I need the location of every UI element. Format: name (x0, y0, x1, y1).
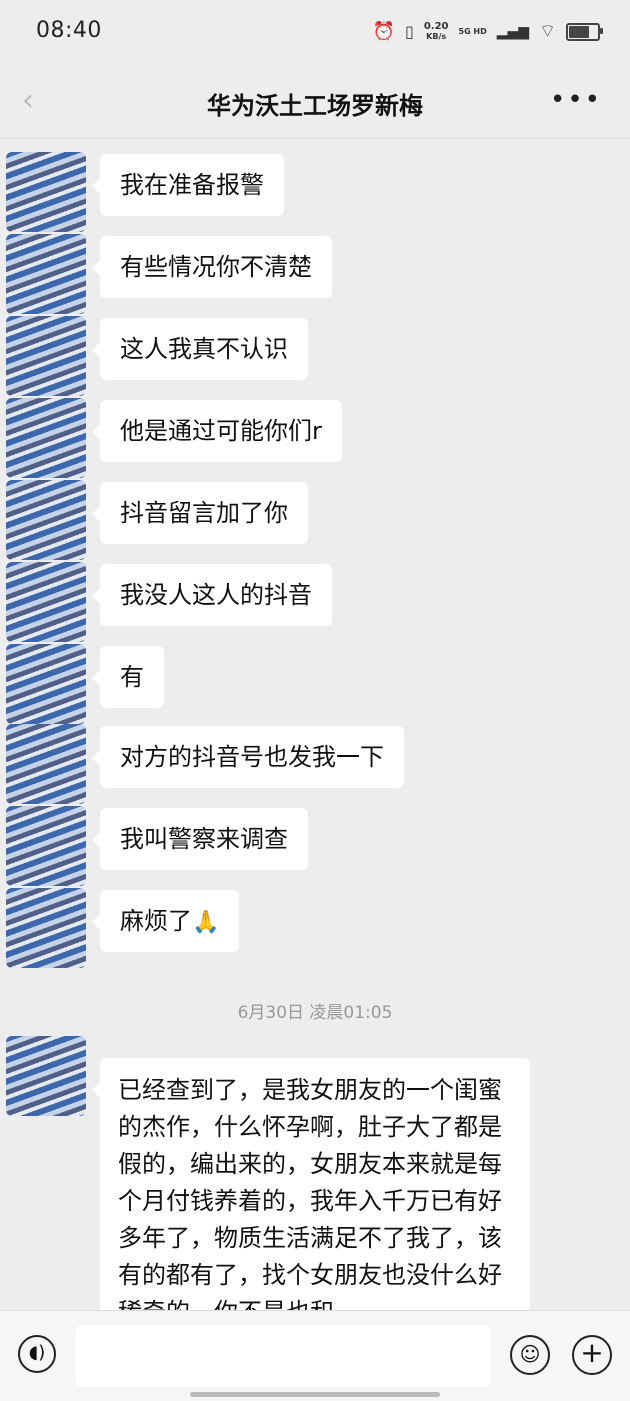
message-bubble[interactable]: 有些情况你不清楚 (92, 236, 332, 298)
message-bubble[interactable]: 我在准备报警 (92, 154, 284, 216)
message-bubble[interactable]: 他是通过可能你们r (92, 400, 342, 462)
avatar[interactable] (6, 1036, 86, 1116)
message-bubble[interactable]: 已经查到了，是我女朋友的一个闺蜜的杰作，什么怀孕啊，肚子大了都是假的，编出来的，… (92, 1058, 530, 1326)
status-icons: ⏰ ▯ 0.20 KB/s 5G HD ▂▄▆ ⌔ (372, 20, 603, 43)
battery-level (569, 25, 589, 38)
pray-emoji-icon: 🙏 (192, 910, 220, 935)
chat-title: 华为沃土工场罗新梅 (207, 92, 423, 120)
input-bar: ◖) ☺ + (0, 1310, 630, 1401)
avatar[interactable] (6, 562, 86, 642)
message-bubble[interactable]: 对方的抖音号也发我一下 (92, 726, 404, 788)
smile-icon[interactable]: ☺ (510, 1335, 550, 1375)
avatar[interactable] (6, 644, 86, 724)
avatar[interactable] (6, 888, 86, 968)
message-text: 麻烦了 (120, 907, 192, 935)
message-bubble[interactable]: 麻烦了🙏 (91, 890, 240, 952)
chat-header: ‹ 华为沃土工场罗新梅 ••• (0, 64, 630, 139)
message-bubble[interactable]: 我叫警察来调查 (92, 808, 308, 870)
status-time: 08:40 (36, 18, 102, 43)
voice-icon[interactable]: ◖) (18, 1335, 56, 1373)
message-bubble[interactable]: 有 (92, 646, 164, 708)
status-bar: 08:40 ⏰ ▯ 0.20 KB/s 5G HD ▂▄▆ ⌔ (0, 0, 630, 64)
avatar[interactable] (6, 480, 86, 560)
message-bubble[interactable]: 我没人这人的抖音 (92, 564, 332, 626)
message-input[interactable] (76, 1325, 490, 1387)
message-bubble[interactable]: 抖音留言加了你 (92, 482, 308, 544)
message-bubble[interactable]: 这人我真不认识 (92, 318, 308, 380)
avatar[interactable] (6, 398, 86, 478)
plus-icon[interactable]: + (572, 1335, 612, 1375)
avatar[interactable] (6, 724, 86, 804)
avatar[interactable] (6, 806, 86, 886)
signal-icon: ▂▄▆ (496, 23, 530, 40)
battery-icon (566, 22, 603, 41)
network-type: 5G HD (458, 27, 487, 36)
alarm-icon: ⏰ (372, 21, 395, 42)
message-timestamp: 6月30日 凌晨01:05 (237, 1003, 393, 1023)
wifi-icon: ⌔ (539, 21, 556, 42)
avatar[interactable] (6, 316, 86, 396)
home-indicator[interactable] (190, 1392, 440, 1397)
vibrate-icon: ▯ (405, 22, 414, 41)
more-dots-icon[interactable]: ••• (550, 87, 602, 113)
net-speed: 0.20 KB/s (423, 20, 449, 41)
avatar[interactable] (6, 152, 86, 232)
avatar[interactable] (6, 234, 86, 314)
